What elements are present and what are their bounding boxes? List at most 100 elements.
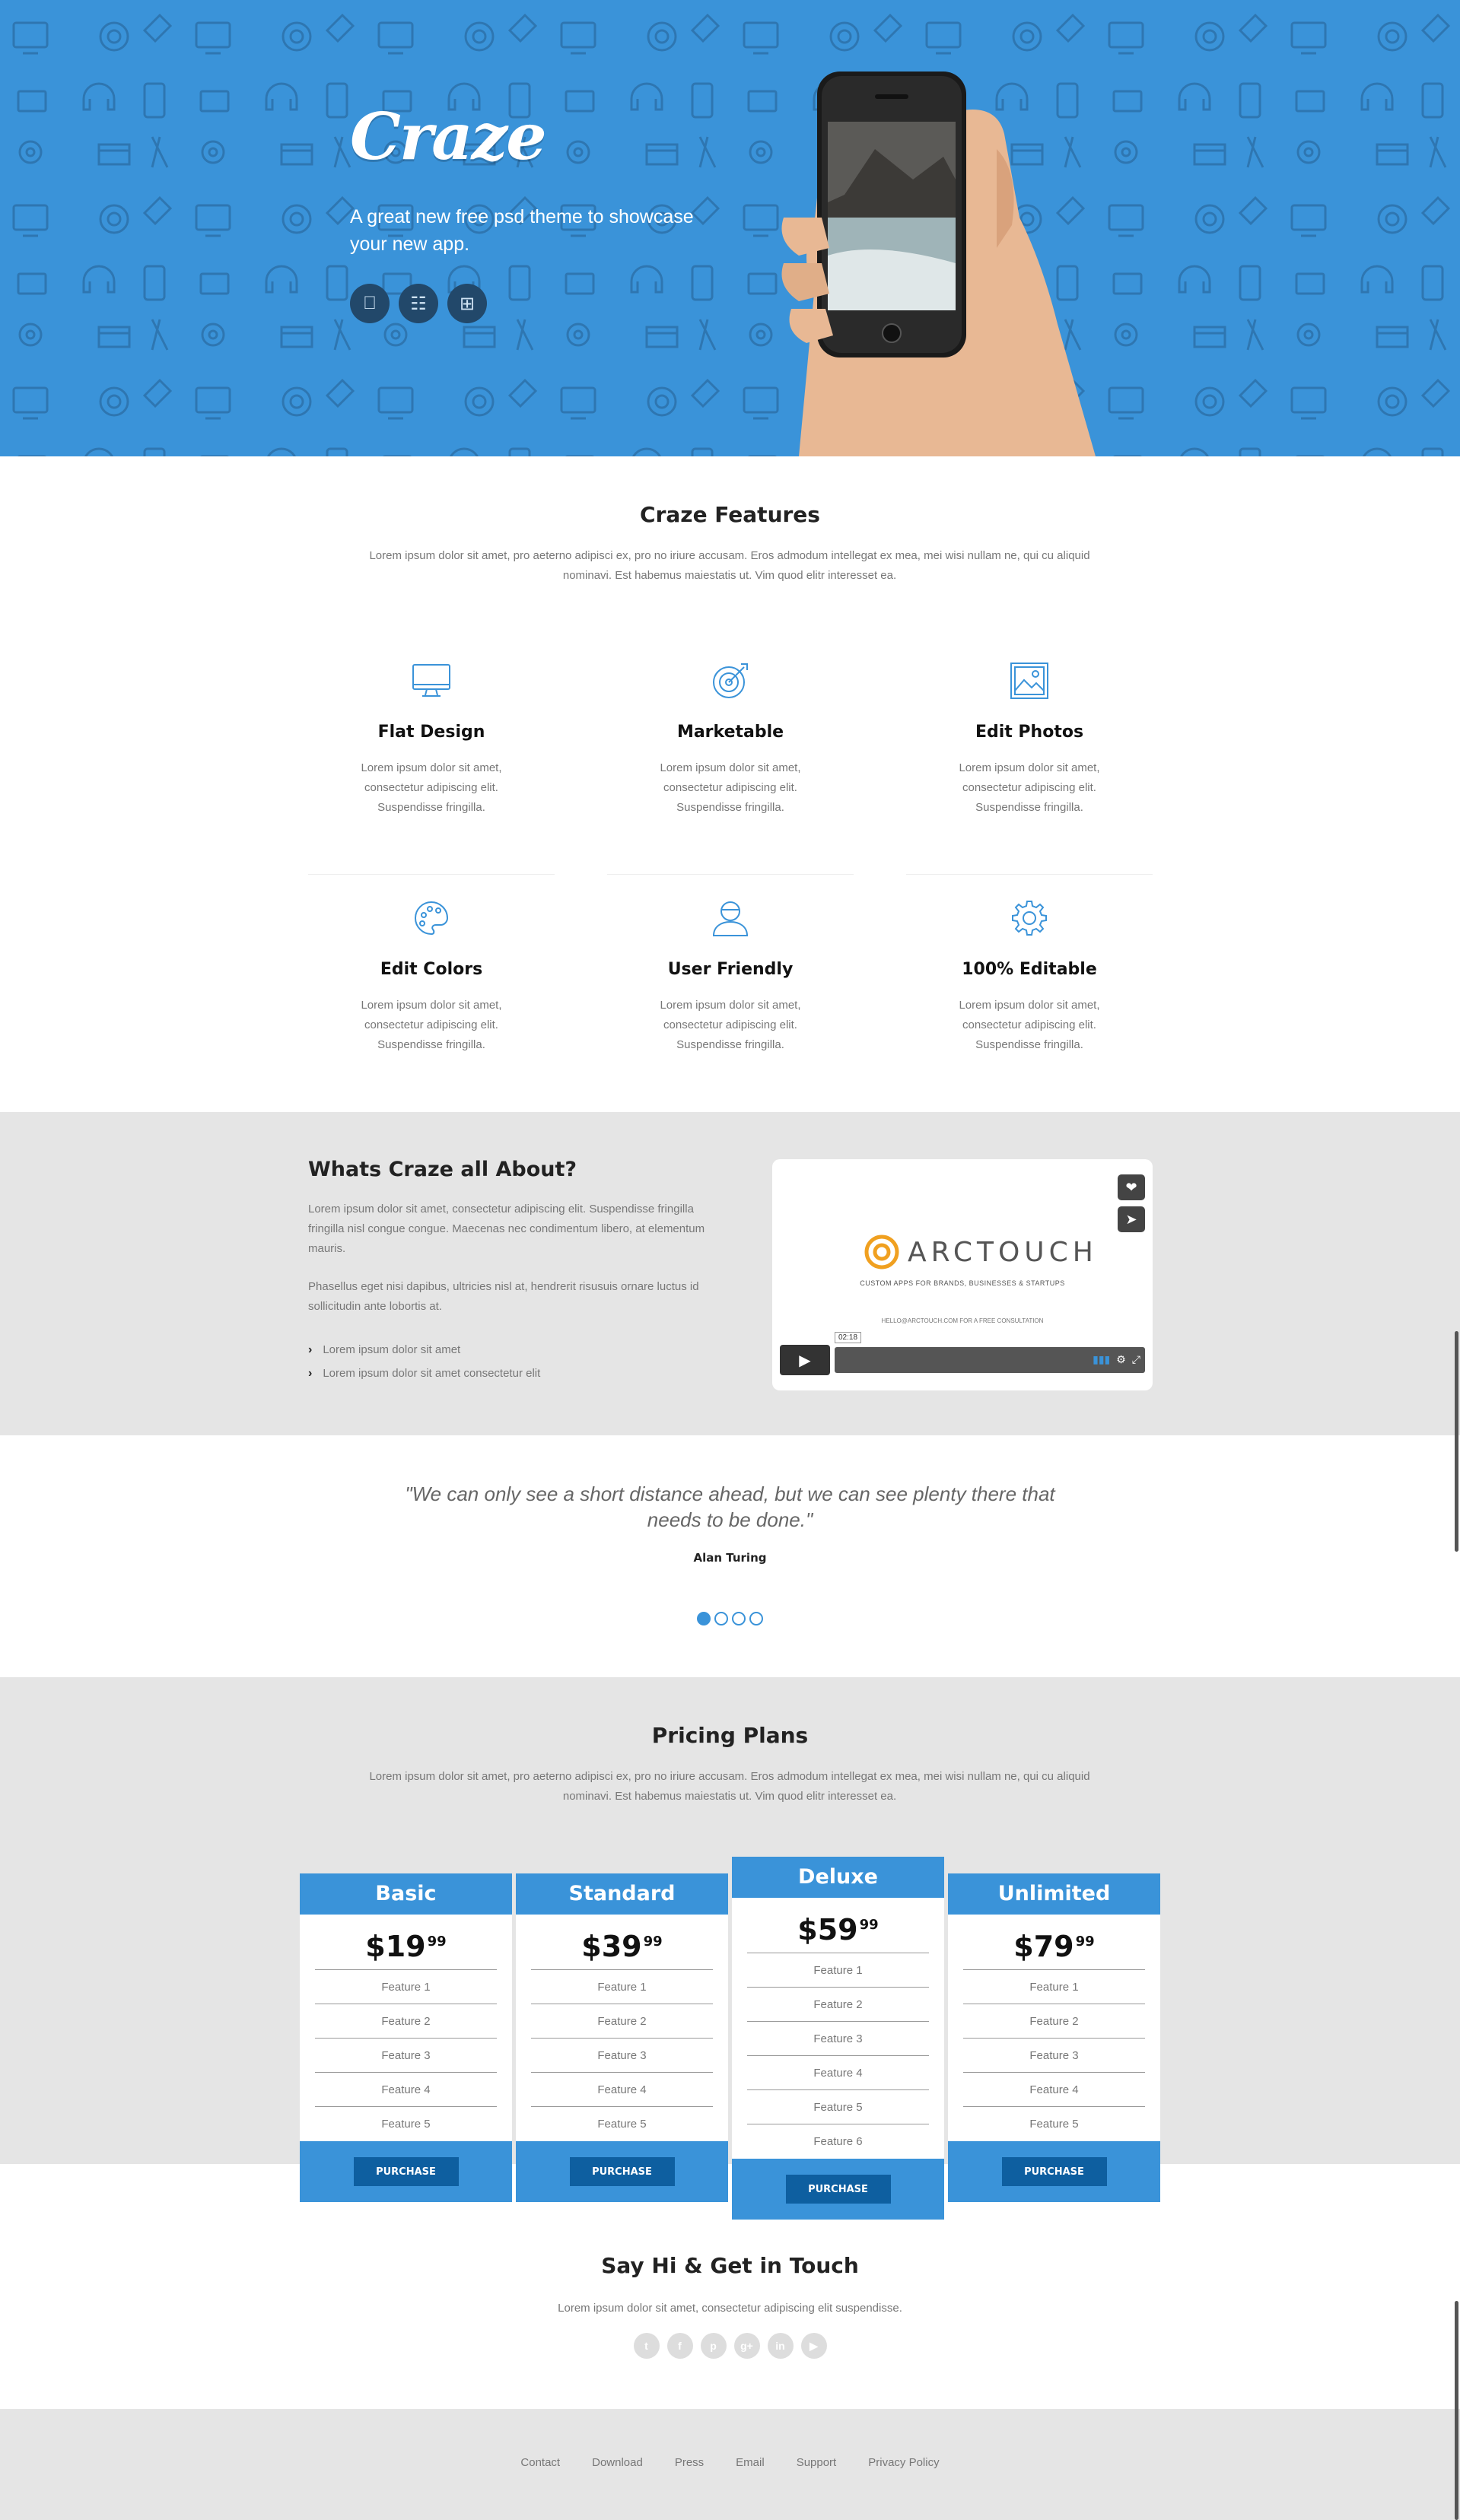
feature-title: Flat Design: [377, 723, 485, 742]
hero-banner: Craze A great new free psd theme to show…: [0, 0, 1460, 456]
pricing-title: Pricing Plans: [651, 1723, 809, 1748]
carousel-dot-3[interactable]: [732, 1612, 746, 1625]
youtube-icon[interactable]: ▶: [800, 2333, 827, 2359]
plan-price: $39 99: [581, 1930, 663, 1963]
plan-features: Feature 1 Feature 2 Feature 3 Feature 4 …: [747, 1953, 929, 2159]
video-player[interactable]: ❤ ➤ ARCTOUCH CUSTOM APPS FOR BRANDS, BUS…: [772, 1159, 1153, 1390]
purchase-button[interactable]: PURCHASE: [1001, 2157, 1107, 2186]
arctouch-mark-icon: [864, 1235, 899, 1270]
pricing-plans: Basic $19 99 Feature 1 Feature 2 Feature …: [300, 1857, 1161, 2222]
footer-link-support[interactable]: Support: [797, 2456, 837, 2469]
monitor-icon: [412, 664, 450, 697]
player-controls: ▶ 02:18 ▮▮▮ ⚙ ⤢: [780, 1332, 1145, 1375]
chevron-right-icon: ›: [308, 1343, 313, 1356]
plan-name: Standard: [516, 1873, 728, 1915]
features-intro: Lorem ipsum dolor sit amet, pro aeterno …: [369, 549, 1090, 582]
purchase-button[interactable]: PURCHASE: [785, 2175, 891, 2204]
feature-flat-design: Flat Design Lorem ipsum dolor sit amet, …: [308, 654, 555, 875]
volume-icon[interactable]: ▮▮▮: [1093, 1353, 1110, 1366]
share-button[interactable]: ➤: [1118, 1206, 1145, 1232]
android-icon[interactable]: ☷: [399, 284, 438, 323]
apple-icon[interactable]: : [350, 284, 390, 323]
list-item: Feature 4: [963, 2073, 1145, 2107]
carousel-dot-4[interactable]: [749, 1612, 763, 1625]
footer-link-privacy-policy[interactable]: Privacy Policy: [868, 2456, 939, 2469]
list-item: Feature 5: [381, 2118, 431, 2131]
carousel-dot-1[interactable]: [697, 1612, 711, 1625]
fullscreen-icon[interactable]: ⤢: [1132, 1353, 1140, 1366]
about-paragraph-1: Lorem ipsum dolor sit amet, consectetur …: [308, 1203, 705, 1255]
feature-marketable: Marketable Lorem ipsum dolor sit amet, c…: [607, 654, 854, 875]
video-contact: HELLO@ARCTOUCH.COM FOR A FREE CONSULTATI…: [881, 1317, 1044, 1324]
list-item: Feature 3: [315, 2039, 497, 2073]
phone-in-hand-image: [781, 72, 1096, 456]
footer-link-email[interactable]: Email: [736, 2456, 765, 2469]
feature-title: 100% Editable: [962, 960, 1097, 979]
play-icon: ▶: [799, 1352, 811, 1369]
feature-title: Edit Photos: [975, 723, 1084, 742]
purchase-button[interactable]: PURCHASE: [569, 2157, 675, 2186]
plan-price: $59 99: [797, 1913, 879, 1946]
social-links: t f p g+ in ▶: [0, 2333, 1460, 2359]
features-title: Craze Features: [640, 502, 820, 527]
quote-author: Alan Turing: [693, 1551, 767, 1565]
play-button[interactable]: ▶: [780, 1345, 830, 1375]
feature-text: Lorem ipsum dolor sit amet, consectetur …: [361, 999, 502, 1051]
footer-link-press[interactable]: Press: [675, 2456, 704, 2469]
plan-name: Basic: [300, 1873, 512, 1915]
site-logo[interactable]: Craze: [350, 99, 715, 174]
testimonial-section: "We can only see a short distance ahead,…: [0, 1435, 1460, 1677]
plan-deluxe: Deluxe $59 99 Feature 1 Feature 2 Feature…: [732, 1857, 944, 2220]
feature-edit-colors: Edit Colors Lorem ipsum dolor sit amet, …: [308, 875, 555, 1095]
plan-features: Feature 1 Feature 2 Feature 3 Feature 4 …: [315, 1969, 497, 2141]
feature-user-friendly: User Friendly Lorem ipsum dolor sit amet…: [607, 875, 854, 1095]
plan-features: Feature 1 Feature 2 Feature 3 Feature 4 …: [963, 1969, 1145, 2141]
target-icon: [713, 663, 748, 698]
send-icon: ➤: [1125, 1211, 1137, 1227]
feature-text: Lorem ipsum dolor sit amet, consectetur …: [959, 999, 1100, 1051]
carousel-dot-2[interactable]: [714, 1612, 728, 1625]
feature-text: Lorem ipsum dolor sit amet, consectetur …: [959, 761, 1100, 814]
feature-title: Edit Colors: [380, 960, 483, 979]
scrollbar-thumb[interactable]: [1455, 1331, 1458, 1552]
about-list: › Lorem ipsum dolor sit amet › Lorem ipsum…: [308, 1338, 715, 1385]
contact-title: Say Hi & Get in Touch: [601, 2253, 859, 2278]
list-item: Feature 5: [1029, 2118, 1079, 2131]
video-progress-bar[interactable]: 02:18 ▮▮▮ ⚙ ⤢: [835, 1332, 1145, 1373]
like-button[interactable]: ❤: [1118, 1174, 1145, 1200]
user-icon: [712, 901, 749, 936]
list-item: Feature 1: [531, 1970, 713, 2004]
googleplus-icon[interactable]: g+: [733, 2333, 760, 2359]
facebook-icon[interactable]: f: [666, 2333, 693, 2359]
chevron-right-icon: ›: [308, 1367, 313, 1380]
footer-link-contact[interactable]: Contact: [520, 2456, 560, 2469]
feature-text: Lorem ipsum dolor sit amet, consectetur …: [361, 761, 502, 814]
list-item: Feature 6: [813, 2135, 863, 2148]
doodle-pattern: [0, 0, 1460, 456]
purchase-button[interactable]: PURCHASE: [353, 2157, 459, 2186]
pinterest-icon[interactable]: p: [700, 2333, 727, 2359]
twitter-icon[interactable]: t: [633, 2333, 660, 2359]
list-item: Feature 5: [597, 2118, 647, 2131]
settings-icon[interactable]: ⚙: [1116, 1353, 1126, 1366]
linkedin-icon[interactable]: in: [767, 2333, 794, 2359]
footer-link-download[interactable]: Download: [592, 2456, 643, 2469]
list-item: Feature 2: [531, 2004, 713, 2039]
list-item: Feature 3: [531, 2039, 713, 2073]
site-footer: Contact Download Press Email Support Pri…: [0, 2409, 1460, 2520]
scrollbar-thumb-lower[interactable]: [1455, 2301, 1458, 2520]
list-item: Feature 1: [963, 1970, 1145, 2004]
windows-icon[interactable]: ⊞: [447, 284, 487, 323]
pricing-intro: Lorem ipsum dolor sit amet, pro aeterno …: [369, 1770, 1090, 1803]
carousel-dots: [0, 1612, 1460, 1625]
store-icons:  ☷ ⊞: [350, 284, 715, 323]
feature-text: Lorem ipsum dolor sit amet, consectetur …: [660, 999, 801, 1051]
feature-edit-photos: Edit Photos Lorem ipsum dolor sit amet, …: [906, 654, 1153, 875]
list-item: › Lorem ipsum dolor sit amet: [308, 1338, 715, 1362]
heart-icon: ❤: [1125, 1179, 1137, 1195]
quote-text: "We can only see a short distance ahead,…: [405, 1482, 1055, 1531]
feature-text: Lorem ipsum dolor sit amet, consectetur …: [660, 761, 801, 814]
list-item: Feature 1: [315, 1970, 497, 2004]
about-section: Whats Craze all About? Lorem ipsum dolor…: [0, 1112, 1460, 1435]
palette-icon: [415, 901, 449, 936]
